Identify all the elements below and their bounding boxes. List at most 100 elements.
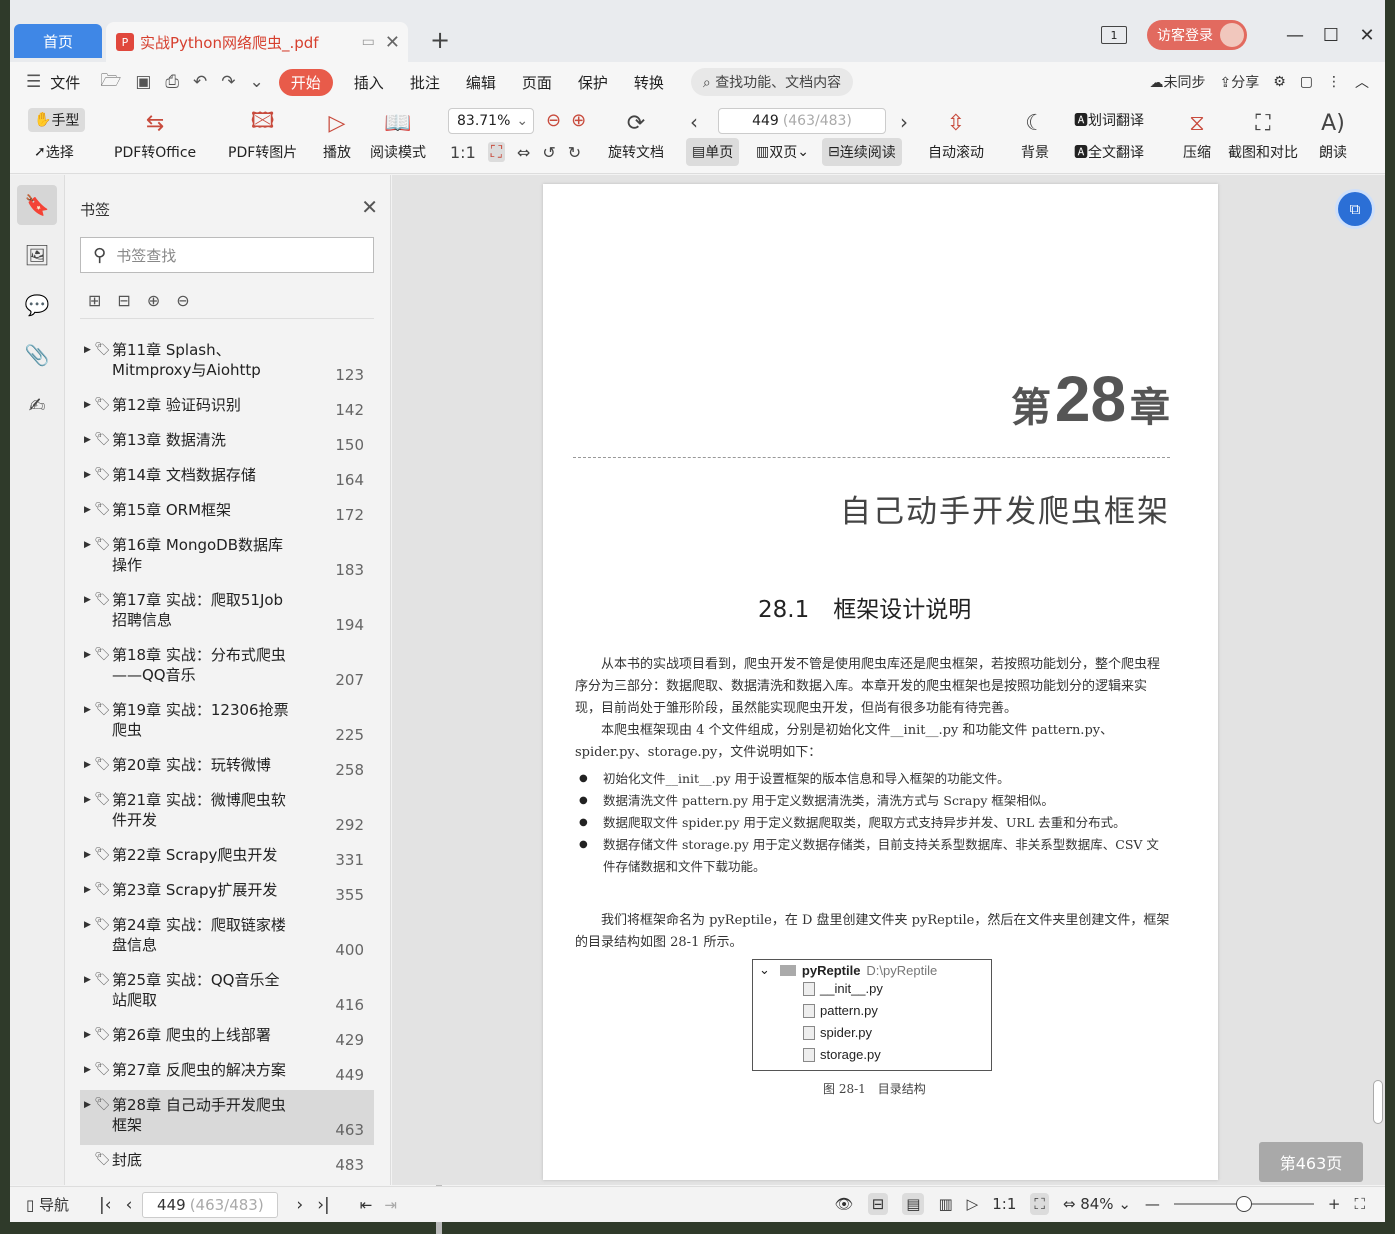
zoom-select[interactable]: 83.71% ⌄ <box>448 108 534 134</box>
expand-arrow-icon[interactable]: ▶ <box>80 465 94 489</box>
fit-width-icon[interactable]: ⇔ <box>517 143 530 162</box>
bookmark-item-selected[interactable]: ▶ 🏷 第28章 自己动手开发爬虫框架 463 <box>80 1090 374 1145</box>
attachment-panel-icon[interactable]: 📎 <box>17 335 57 375</box>
sync-status[interactable]: ☁未同步 <box>1149 72 1205 92</box>
select-tool-button[interactable]: ➚ 选择 <box>34 142 74 162</box>
undo-icon[interactable]: ↶ <box>193 72 207 92</box>
menu-protect[interactable]: 保护 <box>578 72 608 93</box>
bookmark-item[interactable]: ▶ 🏷 第23章 Scrapy扩展开发 355 <box>80 875 374 910</box>
back-icon[interactable]: ⇤ <box>360 1196 373 1214</box>
fit-page-icon[interactable]: ⛶ <box>487 142 505 162</box>
expand-arrow-icon[interactable]: ▶ <box>80 645 94 689</box>
share-button[interactable]: ⇪分享 <box>1219 72 1259 92</box>
single-page-icon[interactable]: ▤ <box>902 1193 925 1215</box>
bookmark-item[interactable]: ▶ 🏷 第20章 实战：玩转微博 258 <box>80 750 374 785</box>
page-number-input[interactable]: 449 (463/483) <box>718 108 886 134</box>
expand-arrow-icon[interactable]: ▶ <box>80 790 94 834</box>
last-page-icon[interactable]: ›| <box>317 1195 330 1215</box>
bookmark-item[interactable]: ▶ 🏷 第22章 Scrapy爬虫开发 331 <box>80 840 374 875</box>
more-dropdown-icon[interactable]: ⌄ <box>250 72 264 92</box>
zoom-select[interactable]: ⇔ 84% ⌄ <box>1063 1195 1131 1213</box>
play-icon[interactable]: ▷ <box>967 1195 979 1213</box>
expand-arrow-icon[interactable]: ▶ <box>80 880 94 904</box>
zoom-in-icon[interactable]: + <box>1328 1195 1341 1213</box>
maximize-icon[interactable]: ☐ <box>1313 25 1349 46</box>
remove-bookmark-icon[interactable]: ⊖ <box>176 291 189 310</box>
bookmark-item[interactable]: ▶ 🏷 第26章 爬虫的上线部署 429 <box>80 1020 374 1055</box>
guest-login-button[interactable]: 访客登录 <box>1147 20 1247 50</box>
double-page-button[interactable]: ▥ 双页 ⌄ <box>750 138 815 166</box>
menu-page[interactable]: 页面 <box>522 72 552 93</box>
play-button[interactable]: ▷ 播放 <box>322 108 352 162</box>
rotate-left-icon[interactable]: ↺ <box>542 143 555 162</box>
more-icon[interactable]: ⋮ <box>1327 74 1341 90</box>
bookmark-item[interactable]: ▶ 🏷 第16章 MongoDB数据库操作 183 <box>80 530 374 585</box>
pin-window-icon[interactable]: ▭ <box>362 34 375 50</box>
first-page-icon[interactable]: |‹ <box>99 1195 112 1215</box>
forward-icon[interactable]: ⇥ <box>384 1196 397 1214</box>
redo-icon[interactable]: ↷ <box>221 72 235 92</box>
word-translate-button[interactable]: 🅰 划词翻译 <box>1074 110 1144 130</box>
bookmark-item[interactable]: ▶ 🏷 第13章 数据清洗 150 <box>80 425 374 460</box>
rotate-right-icon[interactable]: ↻ <box>568 143 581 162</box>
screenshot-compare-button[interactable]: ⛶ 截图和对比 <box>1228 108 1298 162</box>
background-button[interactable]: ☾ 背景 <box>1020 108 1050 162</box>
compress-button[interactable]: ⧖ 压缩 <box>1182 108 1212 162</box>
rotate-document-button[interactable]: ⟳ 旋转文档 <box>608 108 664 162</box>
close-tab-icon[interactable]: ✕ <box>385 32 400 53</box>
menu-edit[interactable]: 编辑 <box>466 72 496 93</box>
expand-arrow-icon[interactable]: ▶ <box>80 700 94 744</box>
pdf-to-office-button[interactable]: ⇆ PDF转Office <box>114 108 196 162</box>
full-translate-button[interactable]: 🅰 全文翻译 <box>1074 142 1144 162</box>
print-icon[interactable]: ⎙ <box>165 72 179 92</box>
zoom-out-icon[interactable]: ⊖ <box>546 110 561 131</box>
bookmark-item[interactable]: ▶ 🏷 第15章 ORM框架 172 <box>80 495 374 530</box>
expand-arrow-icon[interactable]: ▶ <box>80 1060 94 1084</box>
single-page-button[interactable]: ▤ 单页 <box>686 138 740 166</box>
zoom-out-icon[interactable]: — <box>1145 1195 1160 1213</box>
feature-search-input[interactable]: ⌕ 查找功能、文档内容 <box>690 68 854 96</box>
expand-arrow-icon[interactable]: ▶ <box>80 755 94 779</box>
bookmark-panel-icon[interactable]: 🔖 <box>17 185 57 225</box>
expand-arrow-icon[interactable]: ▶ <box>80 340 94 384</box>
actual-size-icon[interactable]: 1:1 <box>992 1195 1016 1213</box>
bookmark-item[interactable]: 🏷 封底 483 <box>80 1145 374 1180</box>
save-icon[interactable]: ▣ <box>135 72 151 92</box>
bookmark-item[interactable]: ▶ 🏷 第21章 实战：微博爬虫软件开发 292 <box>80 785 374 840</box>
read-aloud-button[interactable]: A) 朗读 <box>1318 108 1348 162</box>
next-page-icon[interactable]: › <box>900 110 908 134</box>
settings-icon[interactable]: ⚙ <box>1273 74 1286 90</box>
nav-toggle[interactable]: ▯ 导航 <box>26 1194 69 1215</box>
window-count-icon[interactable]: 1 <box>1101 26 1127 44</box>
continuous-read-button[interactable]: ⊟ 连续阅读 <box>822 138 902 166</box>
bookmark-item[interactable]: ▶ 🏷 第18章 实战：分布式爬虫——QQ音乐 207 <box>80 640 374 695</box>
fit-page-icon[interactable]: ⛶ <box>1030 1193 1049 1215</box>
expand-arrow-icon[interactable]: ▶ <box>80 1095 94 1139</box>
expand-arrow-icon[interactable]: ▶ <box>80 590 94 634</box>
bookmark-item[interactable]: ▶ 🏷 第27章 反爬虫的解决方案 449 <box>80 1055 374 1090</box>
add-bookmark-icon[interactable]: ⊕ <box>147 291 160 310</box>
continuous-view-icon[interactable]: ⊟ <box>867 1193 889 1215</box>
auto-scroll-button[interactable]: ⇳ 自动滚动 <box>928 108 984 162</box>
zoom-slider-knob[interactable] <box>1235 1196 1252 1212</box>
file-menu[interactable]: 文件 <box>50 72 80 93</box>
comment-icon[interactable]: ▢ <box>1300 74 1313 90</box>
collapse-ribbon-icon[interactable]: ︿ <box>1355 72 1369 92</box>
zoom-slider[interactable] <box>1173 1196 1314 1212</box>
bookmark-item[interactable]: ▶ 🏷 第25章 实战：QQ音乐全站爬取 416 <box>80 965 374 1020</box>
bookmark-item[interactable]: ▶ 🏷 第19章 实战：12306抢票爬虫 225 <box>80 695 374 750</box>
bookmark-item[interactable]: ▶ 🏷 第12章 验证码识别 142 <box>80 390 374 425</box>
floating-tool-icon[interactable]: ⧉ <box>1338 192 1372 226</box>
double-page-icon[interactable]: ▥ <box>938 1195 952 1213</box>
menu-convert[interactable]: 转换 <box>634 72 664 93</box>
close-window-icon[interactable]: ✕ <box>1349 25 1385 46</box>
document-viewport[interactable]: 第 28 章 自己动手开发爬虫框架 28.1 框架设计说明 从本书的实战项目看到，… <box>392 175 1385 1185</box>
expand-arrow-icon[interactable]: ▶ <box>80 845 94 869</box>
bookmark-search-input[interactable]: ⚲ 书签查找 <box>80 237 374 273</box>
expand-all-icon[interactable]: ⊞ <box>88 291 101 310</box>
prev-page-icon[interactable]: ‹ <box>690 110 698 134</box>
collapse-all-icon[interactable]: ⊟ <box>117 291 130 310</box>
fullscreen-icon[interactable]: ⛶ <box>1354 1195 1365 1213</box>
comment-panel-icon[interactable]: 💬 <box>17 285 57 325</box>
status-page-input[interactable]: 449 (463/483) <box>142 1191 279 1218</box>
